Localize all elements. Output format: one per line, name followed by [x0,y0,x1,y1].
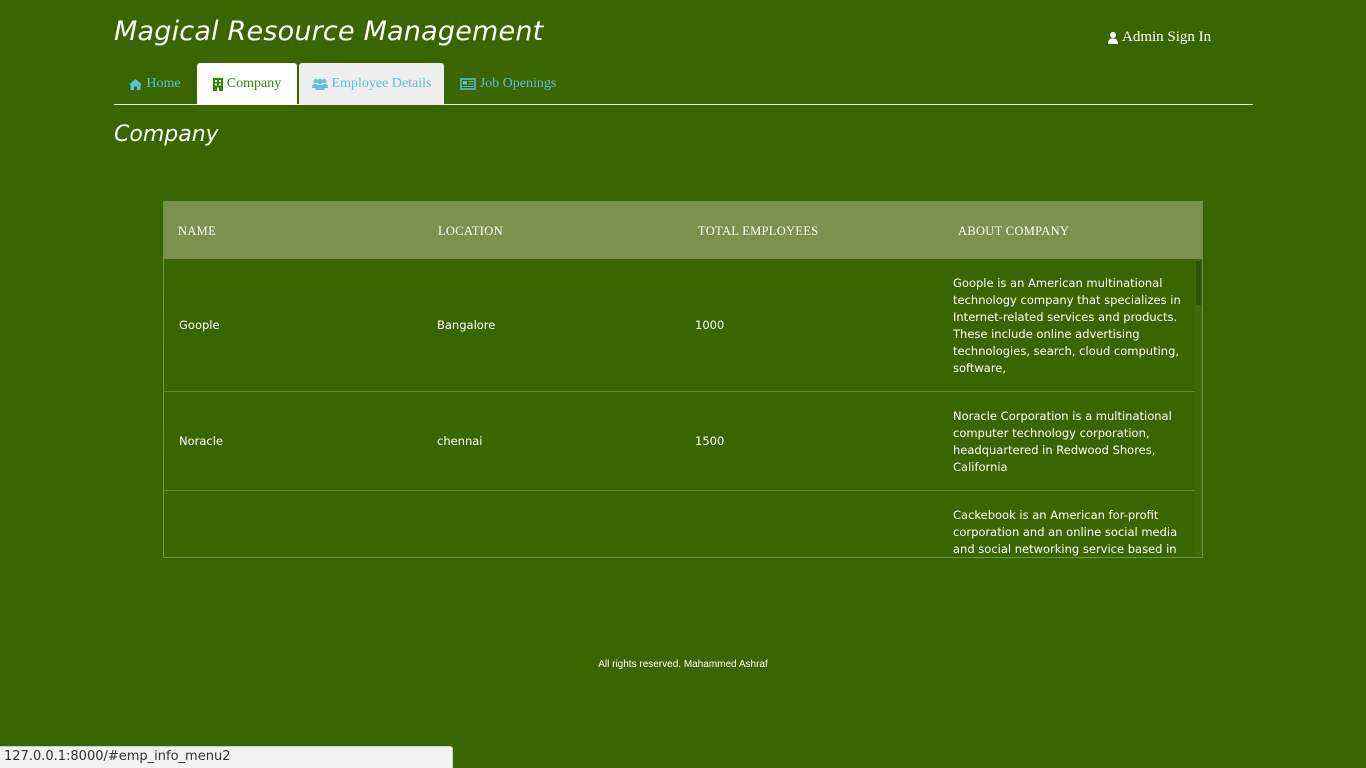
table-scrollbar[interactable] [1195,259,1202,557]
footer-copyright: All rights reserved. Mahammed Ashraf [598,659,768,670]
company-table: NAME LOCATION TOTAL EMPLOYEES ABOUT COMP… [163,201,1203,558]
table-row: Goople Bangalore 1000 Goople is an Ameri… [164,259,1196,392]
building-icon [212,77,223,91]
column-header-location: LOCATION [438,224,503,238]
nav-tabs: Home Company Employee Details Job Openin… [114,63,1253,105]
cell-name: Noracle [179,434,224,448]
table-header: NAME LOCATION TOTAL EMPLOYEES ABOUT COMP… [164,202,1202,259]
browser-status-bar: 127.0.0.1:8000/#emp_info_menu2 [0,746,453,768]
cell-about: Goople is an American multinational tech… [953,276,1181,375]
tab-label: Home [146,76,181,91]
tab-label: Company [226,76,282,91]
tab-label: Employee Details [331,76,432,91]
table-row: Cackebook is an American for-profit corp… [164,491,1196,557]
user-icon [1108,31,1118,44]
tab-label: Job Openings [479,76,557,91]
tab-company[interactable]: Company [197,63,297,105]
column-header-total-employees: TOTAL EMPLOYEES [698,224,819,238]
page-title: Company [114,122,219,147]
table-row: Noracle chennai 1500 Noracle Corporation… [164,392,1196,491]
cell-name: Goople [179,318,220,332]
cell-about: Noracle Corporation is a multinational c… [953,409,1172,474]
admin-signin-link[interactable]: Admin Sign In [1108,29,1211,46]
users-icon [311,78,328,90]
tab-job-openings[interactable]: Job Openings [446,63,570,105]
cell-location: Bangalore [437,318,496,332]
column-header-about-company: ABOUT COMPANY [958,224,1070,238]
cell-total-employees: 1000 [695,318,725,332]
tab-home[interactable]: Home [114,63,196,105]
newspaper-icon [459,78,476,90]
page: Magical Resource Management Admin Sign I… [0,0,1366,768]
tab-employee-details[interactable]: Employee Details [299,63,444,105]
home-icon [129,78,143,90]
table-body[interactable]: Goople Bangalore 1000 Goople is an Ameri… [164,259,1196,557]
cell-about: Cackebook is an American for-profit corp… [953,508,1178,556]
site-title: Magical Resource Management [114,16,544,47]
scrollbar-thumb[interactable] [1196,261,1201,305]
admin-signin-label: Admin Sign In [1122,29,1212,45]
cell-total-employees: 1500 [695,434,725,448]
column-header-name: NAME [178,224,217,238]
cell-location: chennai [437,434,483,448]
